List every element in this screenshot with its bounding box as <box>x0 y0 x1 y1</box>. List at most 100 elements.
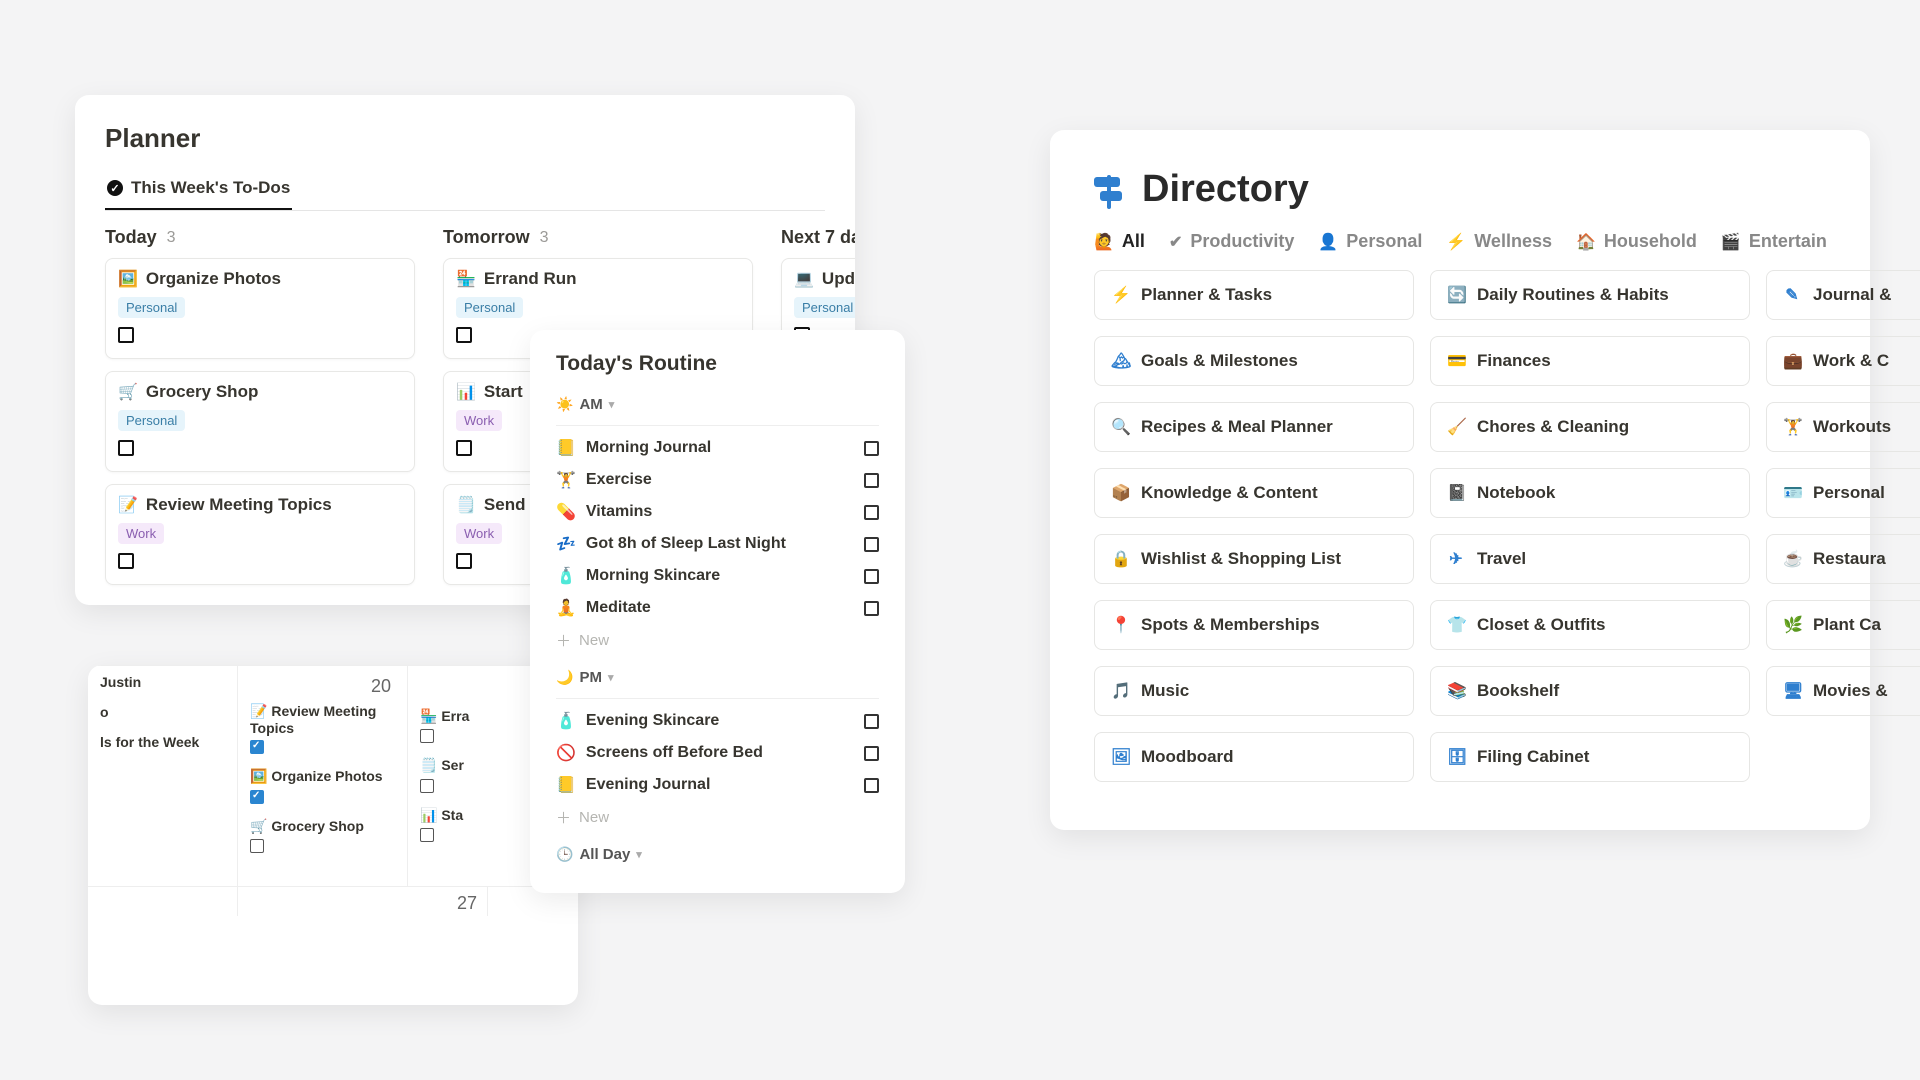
calendar-event[interactable]: 🖼️ Organize Photos <box>244 764 401 807</box>
event-checkbox[interactable] <box>250 839 264 853</box>
routine-group-pm[interactable]: 🌙 PM ▾ <box>556 663 879 692</box>
routine-checkbox[interactable] <box>864 746 879 761</box>
routine-checkbox[interactable] <box>864 778 879 793</box>
event-checkbox[interactable] <box>250 790 264 804</box>
tab-label: Entertainment <box>1749 231 1826 252</box>
directory-tab[interactable]: 🙋All <box>1094 231 1145 252</box>
event-checkbox[interactable] <box>420 729 434 743</box>
directory-item-label: Plant Ca <box>1813 615 1881 635</box>
directory-tab[interactable]: ⚡Wellness <box>1446 231 1552 252</box>
task-card[interactable]: 🖼️Organize Photos Personal <box>105 258 415 359</box>
routine-group-allday[interactable]: 🕒 All Day ▾ <box>556 840 879 869</box>
event-checkbox[interactable] <box>420 828 434 842</box>
directory-item-label: Notebook <box>1477 483 1555 503</box>
routine-group-am[interactable]: ☀️ AM ▾ <box>556 390 879 419</box>
routine-item[interactable]: 🚫Screens off Before Bed <box>556 737 879 769</box>
directory-card: Directory 🙋All✔Productivity👤Personal⚡Wel… <box>1050 130 1870 830</box>
chevron-down-icon: ▾ <box>609 398 615 411</box>
directory-item[interactable]: ✈Travel <box>1430 534 1750 584</box>
directory-tab[interactable]: 👤Personal <box>1318 231 1422 252</box>
task-checkbox[interactable] <box>118 327 134 343</box>
task-checkbox[interactable] <box>456 327 472 343</box>
directory-item[interactable]: ☕Restaura <box>1766 534 1920 584</box>
directory-item[interactable]: 🔍Recipes & Meal Planner <box>1094 402 1414 452</box>
directory-item-icon: 🔒 <box>1111 549 1129 569</box>
directory-tab[interactable]: 🎬Entertainment <box>1721 231 1826 252</box>
routine-item[interactable]: 🧴Evening Skincare <box>556 705 879 737</box>
directory-item[interactable]: 📦Knowledge & Content <box>1094 468 1414 518</box>
routine-checkbox[interactable] <box>864 569 879 584</box>
directory-item[interactable]: 🖥Movies & <box>1766 666 1920 716</box>
directory-item-label: Daily Routines & Habits <box>1477 285 1669 305</box>
directory-item[interactable]: 📚Bookshelf <box>1430 666 1750 716</box>
directory-tab[interactable]: 🏠Household <box>1576 231 1697 252</box>
task-card[interactable]: 📝Review Meeting Topics Work <box>105 484 415 585</box>
directory-item[interactable]: 📓Notebook <box>1430 468 1750 518</box>
routine-item[interactable]: 📒Morning Journal <box>556 432 879 464</box>
routine-item[interactable]: 🧘Meditate <box>556 592 879 624</box>
directory-item-icon: 🖼 <box>1111 747 1129 767</box>
routine-item[interactable]: 📒Evening Journal <box>556 769 879 801</box>
tab-this-week[interactable]: ✓ This Week's To-Dos <box>105 172 292 210</box>
routine-checkbox[interactable] <box>864 505 879 520</box>
routine-item[interactable]: 🏋️Exercise <box>556 464 879 496</box>
routine-emoji-icon: 💤 <box>556 534 576 554</box>
calendar-event[interactable]: 🛒 Grocery Shop <box>244 814 401 857</box>
calendar-event[interactable]: o <box>94 700 231 724</box>
directory-item[interactable]: ⚡Planner & Tasks <box>1094 270 1414 320</box>
task-checkbox[interactable] <box>118 553 134 569</box>
event-checkbox[interactable] <box>420 779 434 793</box>
new-item-am[interactable]: ＋New <box>556 624 879 657</box>
directory-item[interactable]: 🏋Workouts <box>1766 402 1920 452</box>
task-emoji-icon: 🗒️ <box>456 495 476 515</box>
calendar-cell[interactable] <box>88 886 238 916</box>
task-checkbox[interactable] <box>118 440 134 456</box>
routine-checkbox[interactable] <box>864 601 879 616</box>
directory-item[interactable]: 👕Closet & Outfits <box>1430 600 1750 650</box>
routine-checkbox[interactable] <box>864 441 879 456</box>
task-tag: Personal <box>794 297 855 318</box>
task-tag: Work <box>456 410 502 431</box>
column-name: Tomorrow <box>443 227 530 248</box>
directory-item[interactable]: 🎵Music <box>1094 666 1414 716</box>
routine-checkbox[interactable] <box>864 714 879 729</box>
task-checkbox[interactable] <box>456 440 472 456</box>
task-checkbox[interactable] <box>456 553 472 569</box>
event-label: Erra <box>441 708 469 724</box>
column-name: Today <box>105 227 157 248</box>
directory-item[interactable]: 🪪Personal <box>1766 468 1920 518</box>
calendar-cell[interactable]: 20 📝 Review Meeting Topics🖼️ Organize Ph… <box>238 666 408 886</box>
routine-checkbox[interactable] <box>864 537 879 552</box>
routine-item[interactable]: 🧴Morning Skincare <box>556 560 879 592</box>
directory-item[interactable]: 🖼Moodboard <box>1094 732 1414 782</box>
event-label: Review Meeting Topics <box>250 703 376 736</box>
event-checkbox[interactable] <box>250 740 264 754</box>
directory-item[interactable]: 🗄Filing Cabinet <box>1430 732 1750 782</box>
directory-item-icon: 📚 <box>1447 681 1465 701</box>
directory-item[interactable]: 🧹Chores & Cleaning <box>1430 402 1750 452</box>
directory-item[interactable]: 🔒Wishlist & Shopping List <box>1094 534 1414 584</box>
routine-item[interactable]: 💊Vitamins <box>556 496 879 528</box>
routine-item[interactable]: 💤Got 8h of Sleep Last Night <box>556 528 879 560</box>
directory-item-icon: 🏔 <box>1111 351 1129 371</box>
directory-item[interactable]: 🌿Plant Ca <box>1766 600 1920 650</box>
directory-item[interactable]: 🔄Daily Routines & Habits <box>1430 270 1750 320</box>
directory-item[interactable]: ✎Journal & <box>1766 270 1920 320</box>
calendar-cell[interactable]: 27 <box>238 886 488 916</box>
routine-emoji-icon: 💊 <box>556 502 576 522</box>
calendar-event[interactable]: Justin <box>94 670 231 694</box>
column-header: Next 7 day <box>781 227 855 248</box>
directory-item[interactable]: 💳Finances <box>1430 336 1750 386</box>
task-card[interactable]: 🛒Grocery Shop Personal <box>105 371 415 472</box>
task-emoji-icon: 🖼️ <box>118 269 138 289</box>
calendar-cell[interactable]: Justin o ls for the Week <box>88 666 238 886</box>
directory-item[interactable]: 📍Spots & Memberships <box>1094 600 1414 650</box>
directory-tab[interactable]: ✔Productivity <box>1169 231 1294 252</box>
task-emoji-icon: 🏪 <box>456 269 476 289</box>
calendar-event[interactable]: 📝 Review Meeting Topics <box>244 699 401 758</box>
routine-checkbox[interactable] <box>864 473 879 488</box>
calendar-event[interactable]: ls for the Week <box>94 730 231 754</box>
directory-item[interactable]: 🏔Goals & Milestones <box>1094 336 1414 386</box>
new-item-pm[interactable]: ＋New <box>556 801 879 834</box>
directory-item[interactable]: 💼Work & C <box>1766 336 1920 386</box>
